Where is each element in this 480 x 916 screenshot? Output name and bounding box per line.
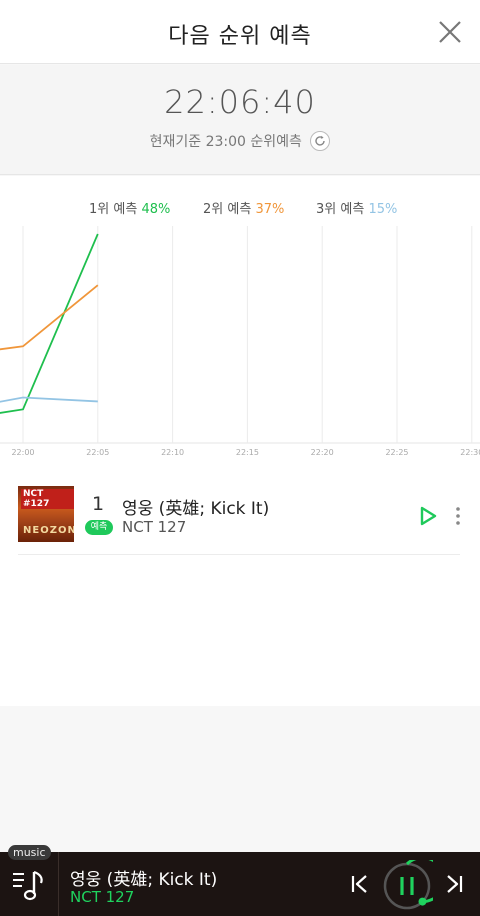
next-button[interactable] [444, 874, 464, 894]
previous-button[interactable] [350, 874, 370, 894]
album-art-text-bottom: NEOZONE [23, 525, 74, 536]
legend-rank3-pct: 15% [368, 202, 398, 217]
refresh-button[interactable] [310, 131, 331, 151]
prediction-line-chart: 22:00 22:05 22:10 22:15 22:20 22:25 22:30 [0, 226, 480, 457]
player-separator [58, 852, 59, 916]
album-art-text-top: NCT #127 [21, 489, 74, 509]
close-button[interactable] [436, 18, 464, 46]
playlist-music-icon [13, 870, 43, 901]
chart-tick-label: 22:10 [161, 448, 184, 457]
chart-tick-label: 22:05 [86, 448, 109, 457]
chart-series-line-1 [0, 233, 99, 414]
chart-tick-label: 22:00 [11, 448, 34, 457]
legend-rank1-label: 1위 예측 [89, 202, 138, 217]
more-options-button[interactable] [452, 505, 464, 527]
clock-section: 22:06:40 현재기준 23:00 순위예측 [0, 65, 480, 175]
previous-icon [351, 875, 367, 893]
prediction-basis-label: 현재기준 23:00 순위예측 [149, 134, 302, 150]
close-icon [439, 21, 461, 43]
chart-tick-label: 22:20 [311, 448, 334, 457]
page-title: 다음 순위 예측 [168, 24, 312, 49]
album-art[interactable]: NCT #127 NEOZONE [18, 486, 74, 542]
more-vertical-icon [456, 507, 460, 525]
mini-player: music 영웅 (英雄; Kick It) NCT 127 [0, 845, 480, 916]
prediction-chart-section: 1위 예측 48% 2위 예측 37% 3위 예측 15% 22:00 22:05… [0, 176, 480, 466]
legend-rank1: 1위 예측 48% [89, 198, 170, 217]
song-artist[interactable]: NCT 127 [122, 518, 186, 536]
player-song-title[interactable]: 영웅 (英雄; Kick It) [70, 865, 217, 890]
legend-rank3-label: 3위 예측 [316, 202, 365, 217]
chart-series-line-2 [0, 284, 99, 351]
pause-button[interactable] [381, 856, 446, 912]
legend-rank2-pct: 37% [255, 202, 285, 217]
legend-rank2-label: 2위 예측 [203, 202, 252, 217]
legend-rank2: 2위 예측 37% [203, 198, 284, 217]
player-artist[interactable]: NCT 127 [70, 888, 134, 906]
prediction-basis: 현재기준 23:00 순위예측 [0, 131, 480, 152]
divider [18, 554, 460, 555]
play-button[interactable] [418, 505, 438, 527]
next-icon [447, 875, 463, 893]
playlist-button[interactable] [10, 868, 50, 904]
legend-rank1-pct: 48% [141, 202, 171, 217]
play-icon [420, 506, 437, 526]
song-title[interactable]: 영웅 (英雄; Kick It) [122, 494, 269, 519]
music-tag: music [8, 845, 51, 860]
prediction-badge: 예측 [85, 520, 113, 535]
refresh-icon [315, 135, 326, 146]
chart-tick-label: 22:25 [385, 448, 408, 457]
pause-icon [383, 856, 446, 910]
chart-tick-label: 22:30 [460, 448, 480, 457]
chart-series-line-3 [0, 396, 98, 403]
rank-number: 1 [92, 493, 105, 515]
song-list: NCT #127 NEOZONE 1 예측 영웅 (英雄; Kick It) N… [0, 466, 480, 706]
header: 다음 순위 예측 [0, 0, 480, 64]
current-time: 22:06:40 [164, 83, 316, 121]
chart-tick-label: 22:15 [236, 448, 259, 457]
legend-rank3: 3위 예측 15% [316, 198, 397, 217]
